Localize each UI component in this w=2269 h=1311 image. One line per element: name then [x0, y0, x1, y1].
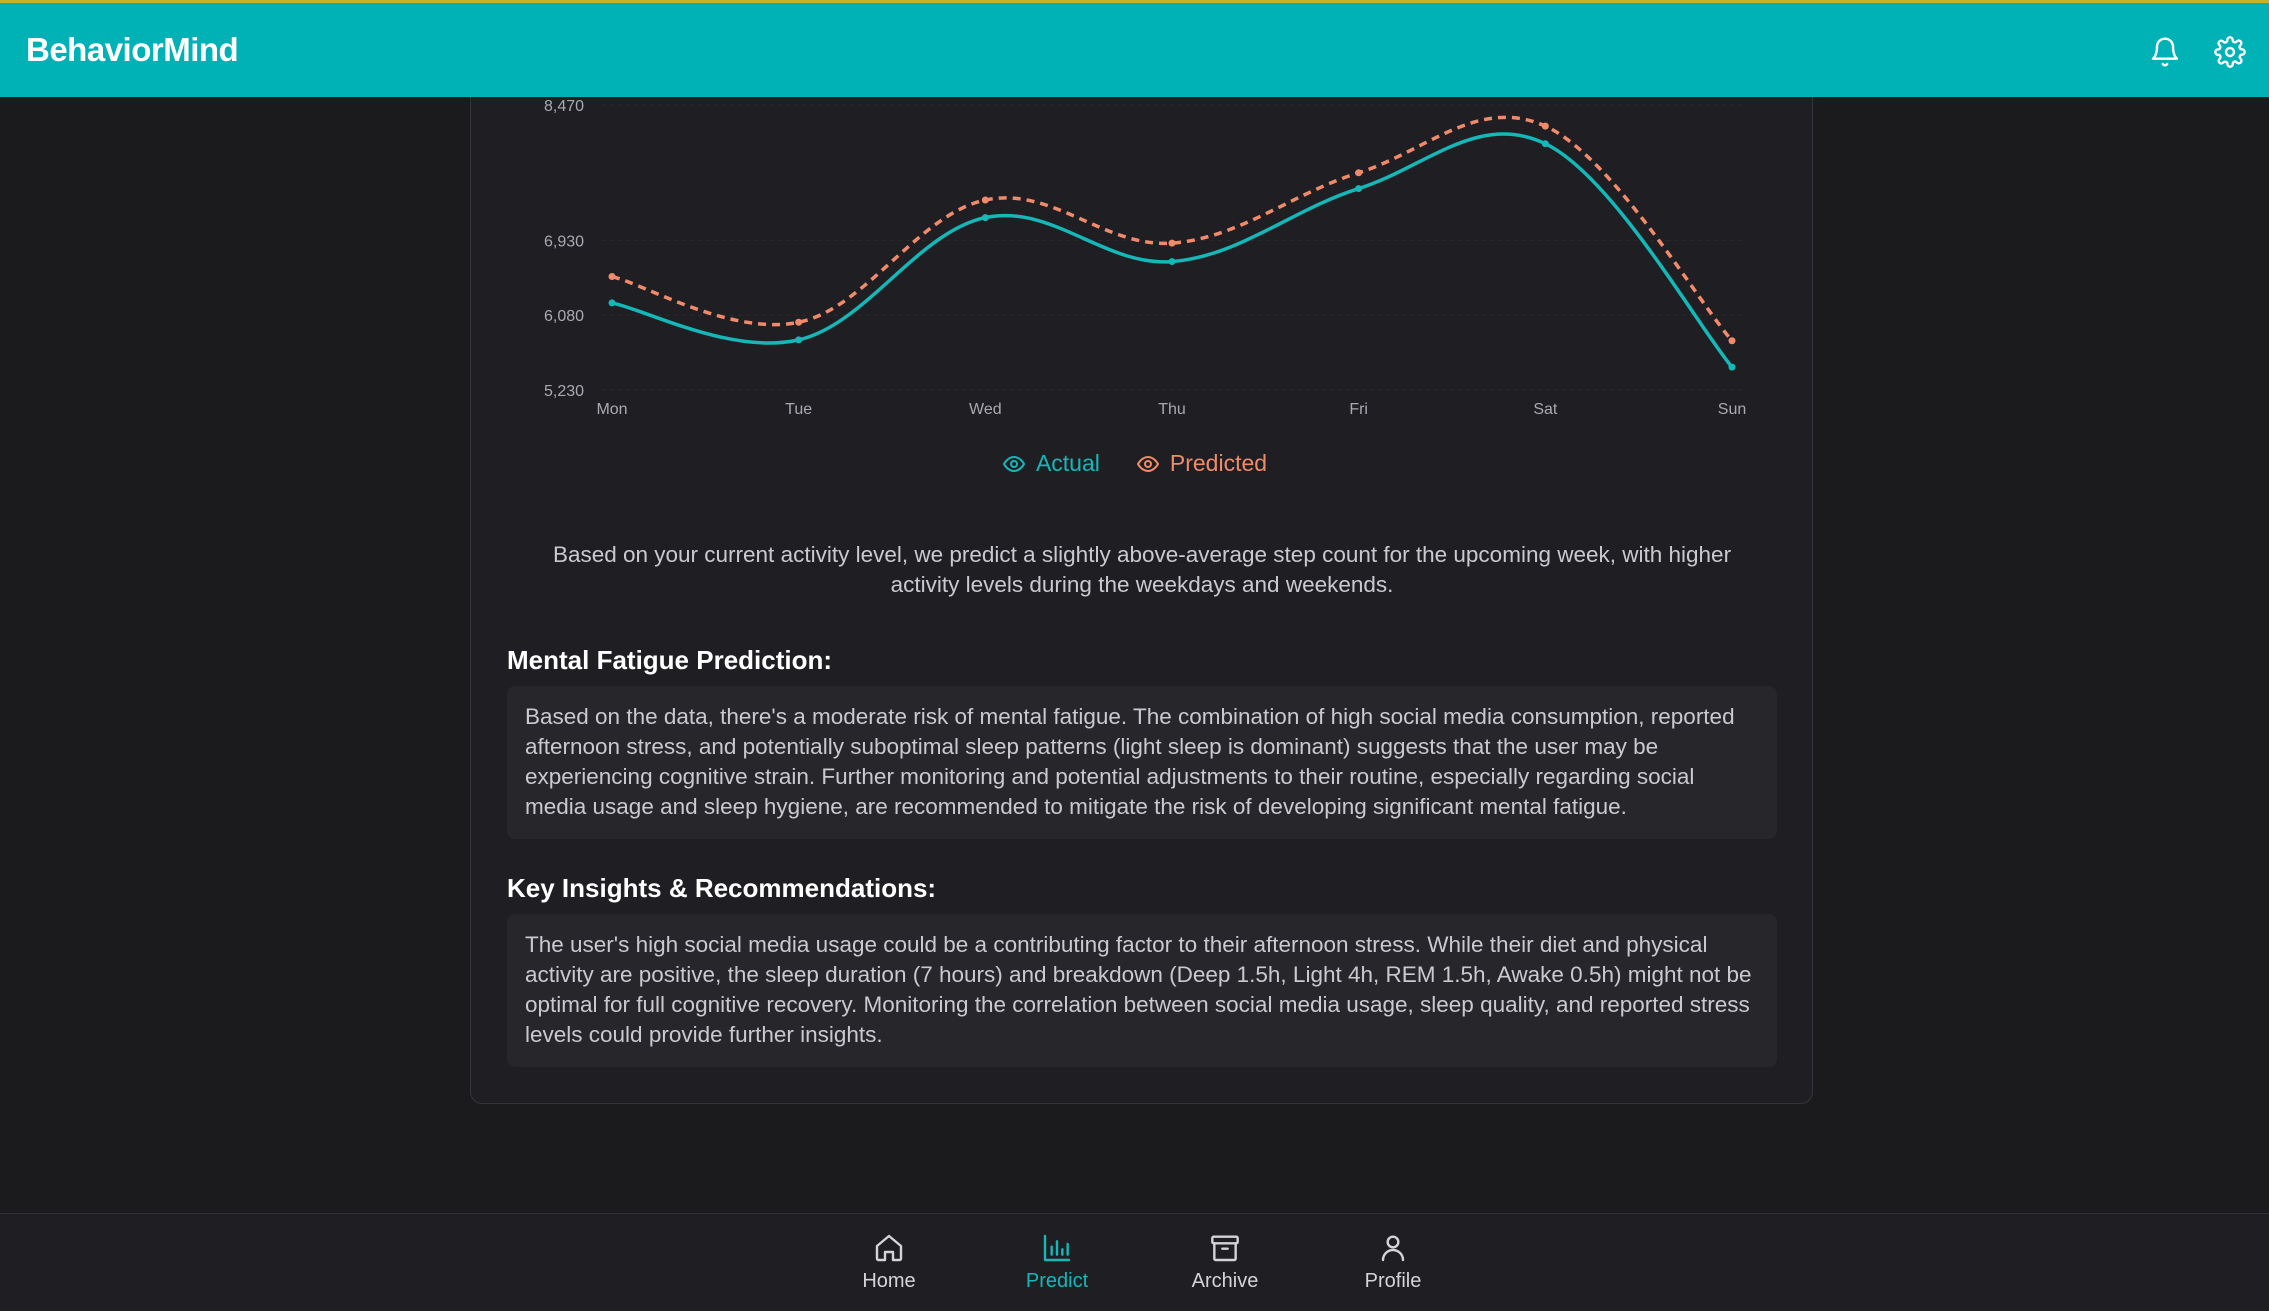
mental-fatigue-box: Based on the data, there's a moderate ri… [507, 686, 1777, 839]
prediction-summary: Based on your current activity level, we… [552, 542, 1732, 597]
x-tick-label: Fri [1349, 401, 1368, 418]
data-point-actual [1728, 363, 1736, 371]
bar-chart-icon [1043, 1234, 1071, 1262]
home-icon [875, 1234, 903, 1262]
nav-archive-label: Archive [1191, 1270, 1259, 1292]
insights-text: The user's high social media usage could… [525, 932, 1752, 1047]
nav-predict[interactable]: Predict [992, 1232, 1122, 1293]
data-point-predicted [795, 318, 803, 326]
data-point-predicted [1168, 239, 1176, 247]
data-point-predicted [608, 273, 616, 281]
data-point-predicted [1355, 169, 1363, 177]
x-tick-label: Wed [969, 401, 1002, 418]
data-point-predicted [981, 196, 989, 204]
bottom-nav: Home Predict Archive Profile [0, 1213, 2269, 1311]
app-title: BehaviorMind [26, 31, 239, 68]
nav-profile-label: Profile [1364, 1270, 1422, 1292]
nav-predict-label: Predict [1025, 1270, 1089, 1292]
gear-icon[interactable] [2214, 36, 2246, 68]
legend-predicted-label: Predicted [1169, 450, 1268, 476]
data-point-predicted [1728, 337, 1736, 345]
eye-icon [1002, 455, 1025, 472]
series-line-predicted [611, 115, 1734, 342]
y-tick-label: 5,230 [544, 383, 584, 400]
insights-box: The user's high social media usage could… [507, 914, 1777, 1067]
nav-profile[interactable]: Profile [1328, 1232, 1458, 1293]
insights-title: Key Insights & Recommendations: [507, 873, 937, 903]
data-point-actual [1168, 258, 1176, 266]
x-tick-label: Sat [1533, 401, 1558, 418]
data-point-actual [1541, 140, 1549, 148]
series-line-actual [611, 132, 1734, 369]
x-tick-label: Sun [1718, 401, 1746, 418]
x-tick-label: Mon [596, 401, 627, 418]
y-tick-label: 8,470 [544, 98, 584, 115]
data-point-predicted [1541, 122, 1549, 130]
mental-fatigue-title: Mental Fatigue Prediction: [507, 645, 833, 675]
bell-icon[interactable] [2149, 36, 2181, 68]
y-tick-label: 6,930 [544, 233, 584, 250]
chart-legend: Actual Predicted [0, 450, 2269, 477]
data-point-actual [608, 299, 616, 307]
nav-home[interactable]: Home [824, 1232, 954, 1293]
mental-fatigue-text: Based on the data, there's a moderate ri… [525, 704, 1735, 819]
legend-actual-label: Actual [1035, 450, 1100, 476]
data-point-actual [981, 214, 989, 222]
legend-actual[interactable]: Actual [1002, 450, 1100, 477]
x-tick-label: Thu [1158, 401, 1186, 418]
legend-predicted[interactable]: Predicted [1136, 450, 1267, 477]
nav-archive[interactable]: Archive [1160, 1232, 1290, 1293]
archive-icon [1211, 1235, 1239, 1262]
data-point-actual [1355, 185, 1363, 193]
data-point-actual [795, 336, 803, 344]
eye-icon [1136, 455, 1159, 472]
x-tick-label: Tue [785, 401, 812, 418]
y-tick-label: 6,080 [544, 308, 584, 325]
app-header: BehaviorMind [0, 0, 2269, 97]
user-icon [1381, 1235, 1405, 1262]
nav-home-label: Home [862, 1270, 916, 1292]
